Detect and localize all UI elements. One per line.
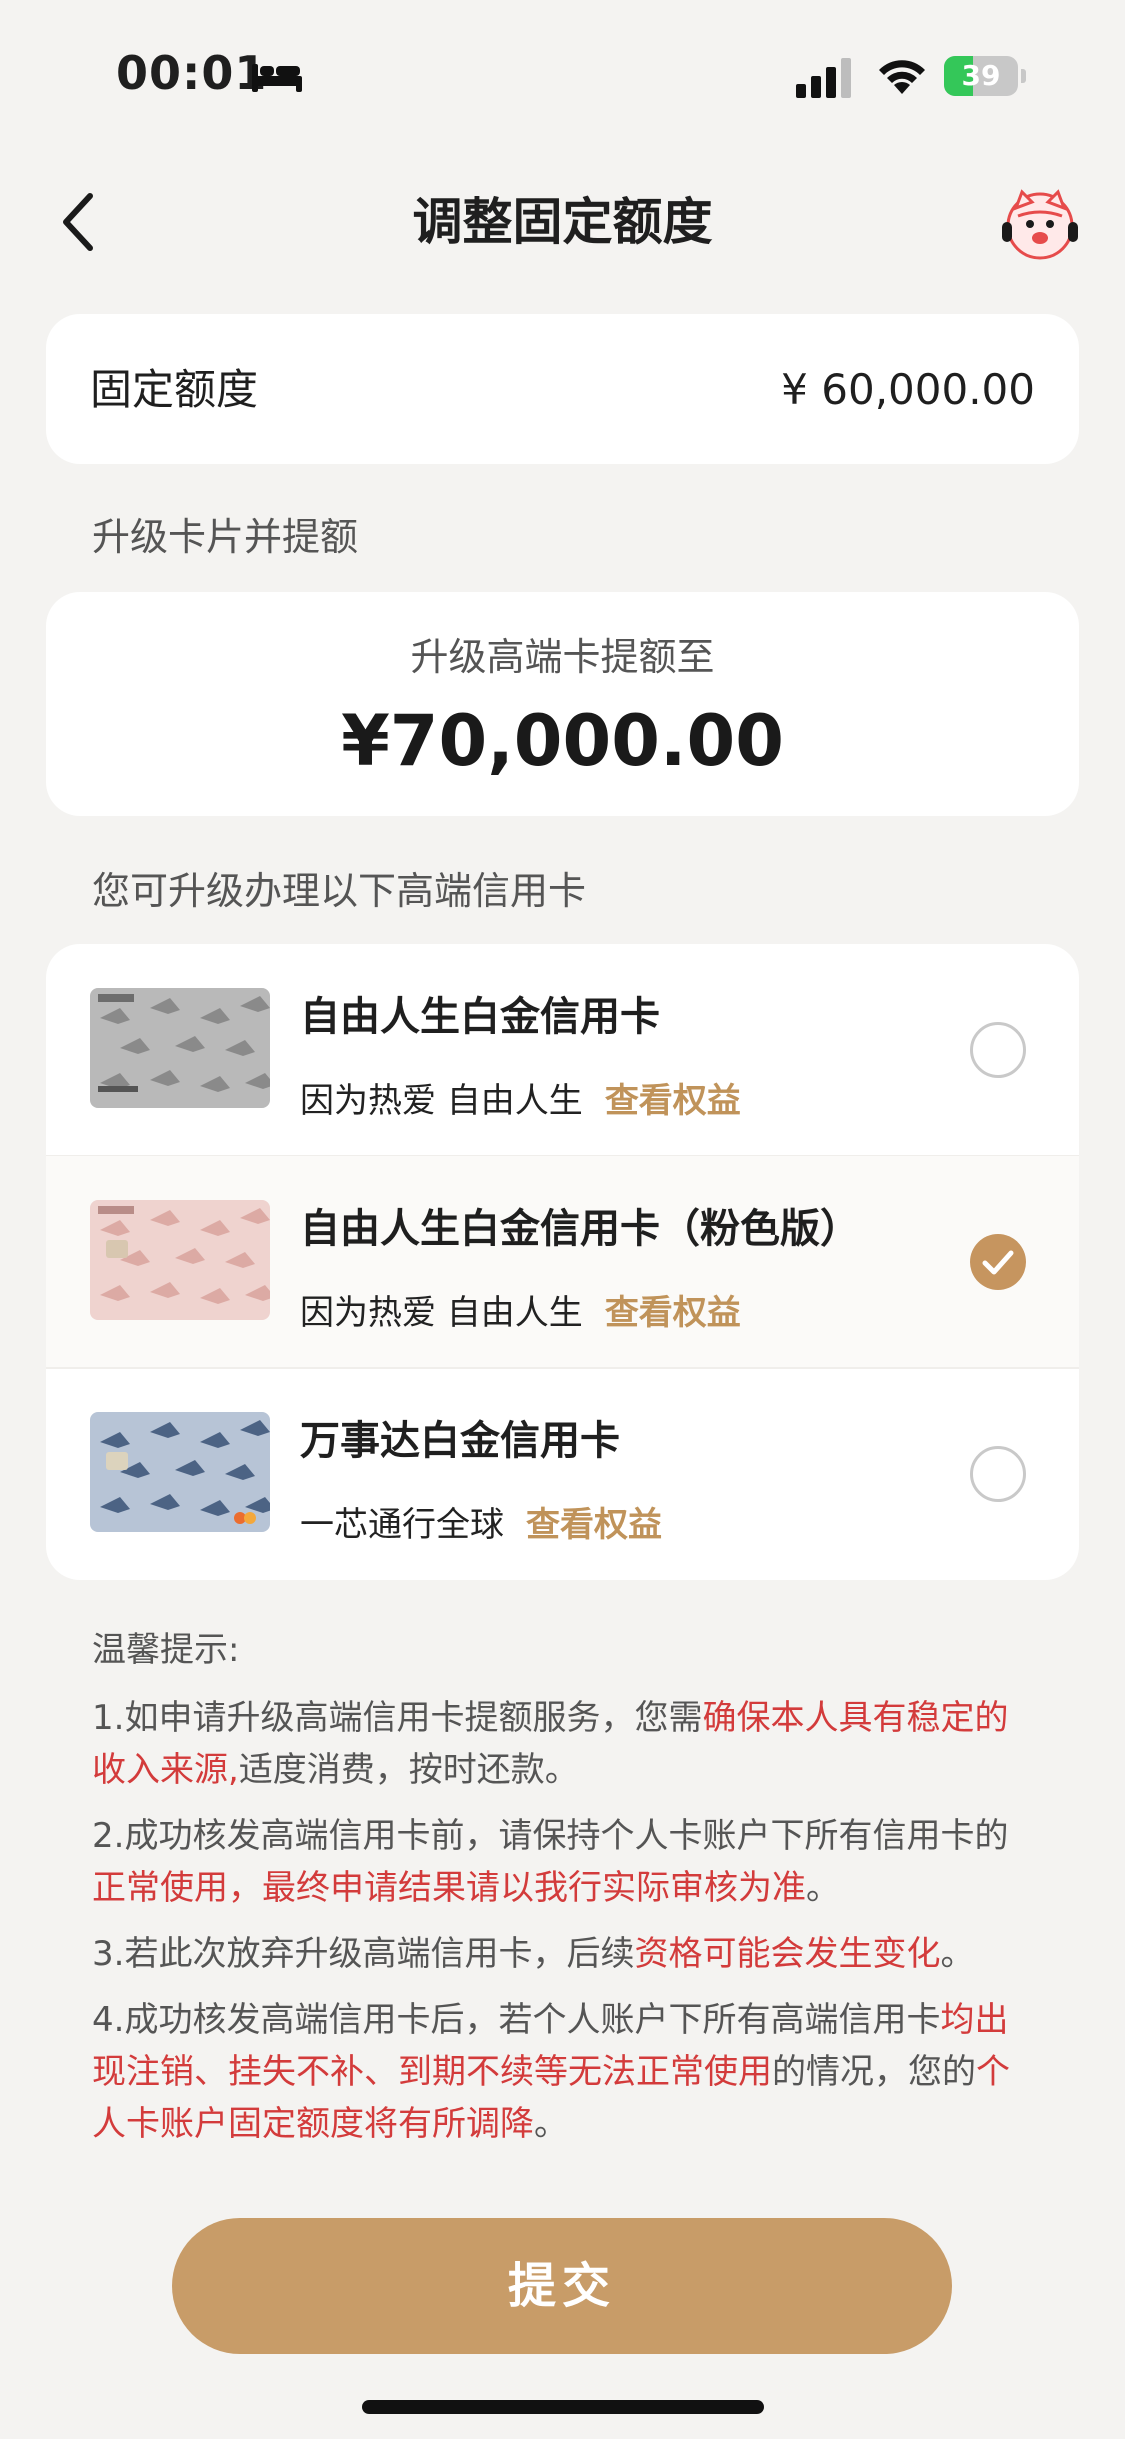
submit-button[interactable]: 提交 xyxy=(172,2218,952,2354)
home-indicator xyxy=(362,2400,764,2414)
card-image-mastercard-platinum xyxy=(90,1412,270,1532)
customer-service-avatar-icon[interactable] xyxy=(1000,186,1080,262)
battery-level-text: 39 xyxy=(961,59,1001,92)
check-icon xyxy=(982,1250,1014,1275)
fixed-limit-label: 固定额度 xyxy=(90,365,259,414)
tip-text: 。 xyxy=(806,1868,840,1908)
card-slogan: 因为热爱 自由人生 xyxy=(300,1081,583,1121)
tip-3: 3.若此次放弃升级高端信用卡，后续资格可能会发生变化。 xyxy=(92,1928,1042,1980)
card-select-radio-checked[interactable] xyxy=(970,1234,1026,1290)
upgrade-amount-card: 升级高端卡提额至 ¥70,000.00 xyxy=(46,592,1079,816)
card-select-radio[interactable] xyxy=(970,1446,1026,1502)
card-slogan-line: 因为热爱 自由人生 查看权益 xyxy=(300,1078,741,1124)
card-option-mastercard-platinum[interactable]: 万事达白金信用卡 一芯通行全球 查看权益 xyxy=(46,1368,1079,1580)
card-name: 自由人生白金信用卡 xyxy=(300,994,660,1040)
tip-2: 2.成功核发高端信用卡前，请保持个人卡账户下所有信用卡的正常使用，最终申请结果请… xyxy=(92,1810,1042,1914)
card-image-free-life-platinum-pink xyxy=(90,1200,270,1320)
tip-4: 4.成功核发高端信用卡后，若个人账户下所有高端信用卡均出现注销、挂失不补、到期不… xyxy=(92,1994,1042,2150)
tip-text: 。 xyxy=(940,1934,975,1974)
signal-icon xyxy=(796,58,851,98)
tip-highlight: 资格可能会发生变化 xyxy=(634,1934,941,1974)
tip-text: 的情况，您的 xyxy=(772,2052,976,2092)
bed-icon xyxy=(252,64,302,92)
view-benefits-link[interactable]: 查看权益 xyxy=(526,1505,662,1545)
tip-text: 4.成功核发高端信用卡后，若个人账户下所有高端信用卡 xyxy=(92,2000,941,2040)
wifi-icon xyxy=(879,60,925,94)
tips-title: 温馨提示: xyxy=(92,1630,240,1670)
tip-text: 适度消费，按时还款。 xyxy=(238,1750,579,1790)
status-bar: 00:01 39 xyxy=(0,0,1125,150)
tip-text: 2.成功核发高端信用卡前，请保持个人卡账户下所有信用卡的 xyxy=(92,1816,1009,1856)
card-select-radio[interactable] xyxy=(970,1022,1026,1078)
card-slogan-line: 因为热爱 自由人生 查看权益 xyxy=(300,1290,741,1336)
card-slogan: 因为热爱 自由人生 xyxy=(300,1293,583,1333)
view-benefits-link[interactable]: 查看权益 xyxy=(605,1081,741,1121)
view-benefits-link[interactable]: 查看权益 xyxy=(605,1293,741,1333)
card-option-free-life-platinum-pink[interactable]: 自由人生白金信用卡（粉色版） 因为热爱 自由人生 查看权益 xyxy=(46,1156,1079,1368)
card-slogan-line: 一芯通行全球 查看权益 xyxy=(300,1502,662,1548)
tip-1: 1.如申请升级高端信用卡提额服务，您需确保本人具有稳定的收入来源,适度消费，按时… xyxy=(92,1692,1042,1796)
battery-icon: 39 xyxy=(944,56,1026,96)
upgrade-subtitle: 升级高端卡提额至 xyxy=(410,635,715,679)
cards-section-label: 您可升级办理以下高端信用卡 xyxy=(92,869,587,913)
tips-section: 温馨提示: 1.如申请升级高端信用卡提额服务，您需确保本人具有稳定的收入来源,适… xyxy=(92,1624,1042,2164)
upgrade-section-label: 升级卡片并提额 xyxy=(92,515,359,559)
card-slogan: 一芯通行全球 xyxy=(300,1505,504,1545)
card-name: 万事达白金信用卡 xyxy=(300,1418,620,1464)
fixed-limit-value: ¥ 60,000.00 xyxy=(781,365,1035,414)
tip-text: 3.若此次放弃升级高端信用卡，后续 xyxy=(92,1934,635,1974)
card-image-free-life-platinum xyxy=(90,988,270,1108)
tip-text: 1.如申请升级高端信用卡提额服务，您需 xyxy=(92,1698,703,1738)
status-time: 00:01 xyxy=(116,46,268,100)
tip-highlight: 正常使用，最终申请结果请以我行实际审核为准 xyxy=(92,1868,806,1908)
card-options-list: 自由人生白金信用卡 因为热爱 自由人生 查看权益 自由人生白金信用卡（粉色版） 因… xyxy=(46,944,1079,1580)
card-option-free-life-platinum[interactable]: 自由人生白金信用卡 因为热爱 自由人生 查看权益 xyxy=(46,944,1079,1156)
card-name: 自由人生白金信用卡（粉色版） xyxy=(300,1206,860,1252)
tip-text: 。 xyxy=(534,2104,568,2144)
fixed-limit-card: 固定额度 ¥ 60,000.00 xyxy=(46,314,1079,464)
upgrade-amount: ¥70,000.00 xyxy=(341,700,784,782)
page-title: 调整固定额度 xyxy=(412,193,713,251)
